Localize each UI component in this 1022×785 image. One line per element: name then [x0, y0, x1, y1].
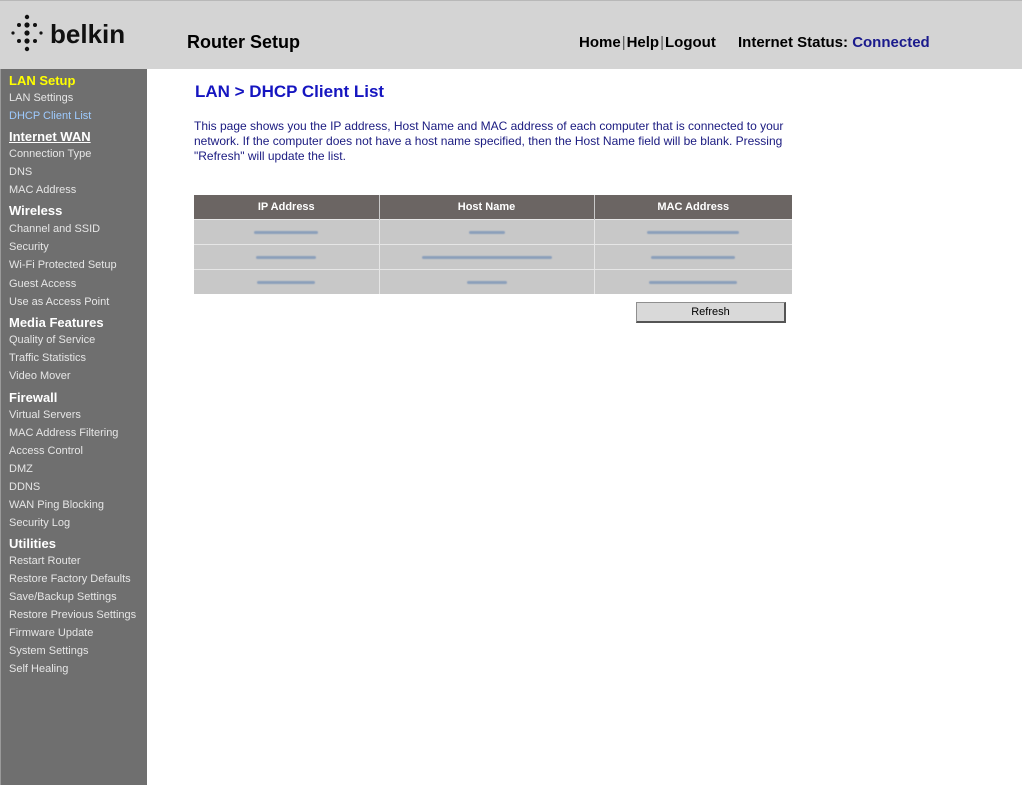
page-title: Router Setup: [187, 32, 301, 52]
top-links: Home|Help|Logout: [579, 34, 716, 51]
sidebar-item-security[interactable]: Security: [9, 241, 49, 253]
sidebar-item-guest-access[interactable]: Guest Access: [9, 278, 76, 290]
sidebar-item-firmware-update[interactable]: Firmware Update: [9, 627, 93, 639]
sidebar-item-access-point[interactable]: Use as Access Point: [9, 296, 109, 308]
mac-cell-redacted: [594, 219, 792, 245]
sidebar-item-system-settings[interactable]: System Settings: [9, 645, 88, 657]
sidebar-heading-lan-setup[interactable]: LAN Setup: [9, 73, 75, 88]
sidebar-item-restore-previous-settings[interactable]: Restore Previous Settings: [9, 609, 136, 621]
sidebar-nav: LAN Setup LAN Settings DHCP Client List …: [0, 69, 147, 785]
sidebar-item-restore-factory-defaults[interactable]: Restore Factory Defaults: [9, 573, 131, 585]
sidebar-item-wan-ping-blocking[interactable]: WAN Ping Blocking: [9, 499, 104, 511]
sidebar-item-access-control[interactable]: Access Control: [9, 445, 83, 457]
sidebar-item-video-mover[interactable]: Video Mover: [9, 370, 71, 382]
refresh-button[interactable]: Refresh: [636, 302, 786, 323]
sidebar-heading-media-features[interactable]: Media Features: [9, 315, 104, 330]
column-header-ip-address: IP Address: [194, 195, 380, 220]
mac-cell-redacted: [594, 269, 792, 294]
sidebar-item-wifi-protected-setup[interactable]: Wi-Fi Protected Setup: [9, 259, 117, 271]
sidebar-item-mac-address[interactable]: MAC Address: [9, 184, 76, 196]
belkin-dots-icon: [11, 14, 43, 52]
sidebar-item-dns[interactable]: DNS: [9, 166, 32, 178]
table-row: [194, 244, 792, 270]
section-heading: LAN > DHCP Client List: [195, 82, 385, 101]
sidebar-item-connection-type[interactable]: Connection Type: [9, 148, 91, 160]
sidebar-item-dhcp-client-list[interactable]: DHCP Client List: [9, 110, 91, 122]
hostname-cell-redacted: [379, 219, 595, 245]
dhcp-client-table: IP Address Host Name MAC Address: [194, 195, 792, 294]
sidebar-item-quality-of-service[interactable]: Quality of Service: [9, 334, 95, 346]
hostname-cell-redacted: [379, 269, 595, 294]
column-header-host-name: Host Name: [379, 195, 595, 220]
sidebar-item-ddns[interactable]: DDNS: [9, 481, 40, 493]
home-link[interactable]: Home: [579, 34, 621, 51]
sidebar-item-lan-settings[interactable]: LAN Settings: [9, 92, 73, 104]
logout-link[interactable]: Logout: [665, 34, 716, 51]
table-row: [194, 269, 792, 294]
ip-cell-redacted: [194, 269, 380, 294]
sidebar-item-mac-address-filtering[interactable]: MAC Address Filtering: [9, 427, 118, 439]
help-link[interactable]: Help: [627, 34, 660, 51]
sidebar-heading-firewall[interactable]: Firewall: [9, 390, 57, 405]
internet-status-value: Connected: [852, 34, 930, 51]
ip-cell-redacted: [194, 219, 380, 245]
sidebar-item-restart-router[interactable]: Restart Router: [9, 555, 81, 567]
internet-status: Internet Status: Connected: [738, 34, 930, 51]
sidebar-item-self-healing[interactable]: Self Healing: [9, 663, 68, 675]
table-header-row: IP Address Host Name MAC Address: [194, 195, 792, 220]
sidebar-heading-wireless[interactable]: Wireless: [9, 203, 62, 218]
brand-name: belkin: [50, 19, 126, 49]
sidebar-item-virtual-servers[interactable]: Virtual Servers: [9, 409, 81, 421]
table-row: [194, 219, 792, 245]
mac-cell-redacted: [594, 244, 792, 270]
sidebar-heading-utilities[interactable]: Utilities: [9, 536, 56, 551]
sidebar-item-traffic-statistics[interactable]: Traffic Statistics: [9, 352, 86, 364]
internet-status-label: Internet Status:: [738, 34, 849, 51]
column-header-mac-address: MAC Address: [594, 195, 792, 220]
sidebar-heading-internet-wan[interactable]: Internet WAN: [9, 129, 91, 144]
belkin-logo: belkin: [10, 13, 150, 53]
header-bar: belkin Router Setup Home|Help|Logout Int…: [0, 0, 1022, 69]
sidebar-item-save-backup-settings[interactable]: Save/Backup Settings: [9, 591, 117, 603]
hostname-cell-redacted: [379, 244, 595, 270]
intro-text: This page shows you the IP address, Host…: [194, 119, 784, 163]
sidebar-item-dmz[interactable]: DMZ: [9, 463, 33, 475]
sidebar-item-security-log[interactable]: Security Log: [9, 517, 70, 529]
sidebar-item-channel-ssid[interactable]: Channel and SSID: [9, 223, 100, 235]
ip-cell-redacted: [194, 244, 380, 270]
